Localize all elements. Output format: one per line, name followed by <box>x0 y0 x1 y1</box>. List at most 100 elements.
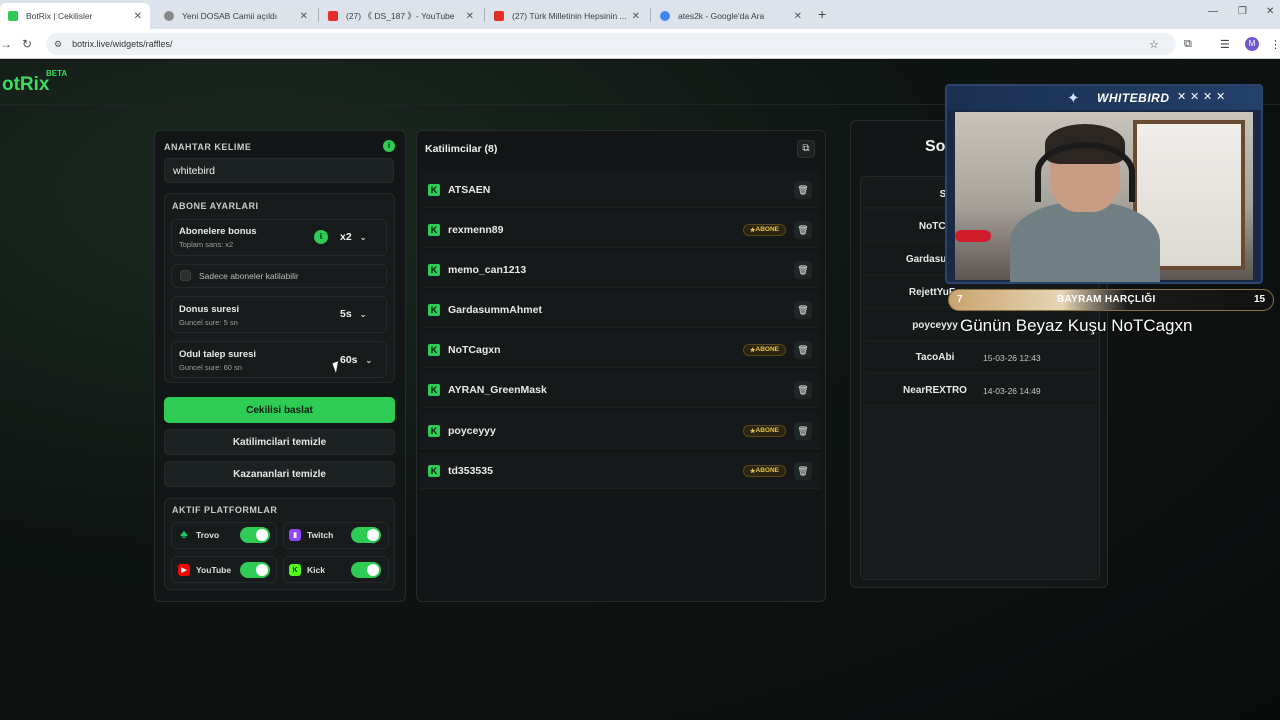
clear-winners-button[interactable]: Kazananlari temizle <box>164 461 395 487</box>
participant-name: memo_can1213 <box>448 263 527 276</box>
close-icon[interactable]: ✕ <box>632 11 640 22</box>
trovo-toggle[interactable] <box>240 527 270 543</box>
participant-name: NoTCagxn <box>448 343 501 356</box>
platform-label: Trovo <box>196 530 220 540</box>
close-icon[interactable]: ✕ <box>466 11 474 22</box>
maximize-icon[interactable]: ❐ <box>1238 6 1247 17</box>
url-field[interactable]: ⚙ botrix.live/widgets/raffles/ <box>46 33 1176 55</box>
platform-label: YouTube <box>196 565 232 575</box>
subscriber-badge: ★ ABONE <box>742 424 786 437</box>
x-mark-icon: ✕ <box>1177 91 1187 103</box>
participant-name: poyceyyy <box>448 424 496 437</box>
google-icon <box>660 11 670 21</box>
reload-icon[interactable]: ↻ <box>22 37 32 51</box>
window-close-icon[interactable]: ✕ <box>1266 6 1274 17</box>
kick-icon: K <box>428 263 440 276</box>
claim-duration-select[interactable]: 60s ⌄ <box>340 354 372 366</box>
trash-icon[interactable]: 🗑 <box>794 180 812 199</box>
participant-row: Kpoyceyyy ★ ABONE 🗑 <box>420 413 820 449</box>
tab-youtube-ds187[interactable]: (27) 《 DS_187 》- YouTube ✕ <box>320 3 482 29</box>
subscriber-section-label: ABONE AYARLARI <box>172 201 259 211</box>
bookmark-star-icon[interactable]: ☆ <box>1149 38 1159 51</box>
kick-icon: K <box>428 424 440 437</box>
participants-title: Katilimcilar (8) <box>425 143 498 155</box>
tab-youtube-turk[interactable]: (27) Türk Milletinin Hepsinin ... ✕ <box>486 3 648 29</box>
webcam-caption: Günün Beyaz Kuşu NoTCagxn <box>960 316 1193 335</box>
forward-icon[interactable]: → <box>0 37 12 51</box>
avatar[interactable]: M <box>1245 37 1259 51</box>
participant-name: AYRAN_GreenMask <box>448 383 547 396</box>
subs-only-label: Sadece aboneler katilabilir <box>199 271 299 281</box>
microphone-icon <box>955 230 991 242</box>
menu-icon[interactable]: ⋮ <box>1270 38 1280 51</box>
webcam-header: ✦ WHITEBIRD ✕ ✕ ✕ ✕ <box>947 86 1261 110</box>
trash-icon[interactable]: 🗑 <box>794 220 812 239</box>
bonus-select[interactable]: x2 ⌄ <box>340 231 366 243</box>
platform-kick: K Kick <box>289 564 325 576</box>
clear-participants-button[interactable]: Katilimcilari temizle <box>164 429 395 455</box>
kick-toggle[interactable] <box>351 562 381 578</box>
x-mark-icon: ✕ <box>1216 91 1226 103</box>
brand-logo[interactable]: otRix <box>2 74 50 96</box>
tab-dosab[interactable]: Yeni DOSAB Camii açıldı ✕ <box>156 3 316 29</box>
platform-label: Kick <box>307 565 325 575</box>
reading-list-icon[interactable]: ☰ <box>1220 38 1230 51</box>
claim-value: 60s <box>340 354 358 366</box>
bonus-subtitle: Toplam sans: x2 <box>179 240 234 249</box>
browser-tab-strip: BotRix | Cekilisler ✕ Yeni DOSAB Camii a… <box>0 0 1280 29</box>
new-tab-button[interactable]: + <box>818 6 826 22</box>
subscriber-badge: ★ ABONE <box>742 464 786 477</box>
close-icon[interactable]: ✕ <box>134 11 142 22</box>
keyword-label: ANAHTAR KELIME <box>164 142 252 152</box>
trash-icon[interactable]: 🗑 <box>794 300 812 319</box>
trash-icon[interactable]: 🗑 <box>794 421 812 440</box>
tab-label: ates2k - Google'da Ara <box>678 11 765 21</box>
participant-row: K ATSAEN 🗑 <box>420 172 820 208</box>
kick-icon: K <box>428 464 440 477</box>
spin-value: 5s <box>340 308 352 320</box>
webcam-overlay: ✦ WHITEBIRD ✕ ✕ ✕ ✕ <box>945 84 1263 284</box>
trash-icon[interactable]: 🗑 <box>794 340 812 359</box>
kick-icon: K <box>289 564 301 576</box>
streamer-hoodie <box>1010 202 1160 282</box>
kick-icon: K <box>428 223 440 236</box>
tab-label: (27) 《 DS_187 》- YouTube <box>346 11 455 21</box>
spin-duration-select[interactable]: 5s ⌄ <box>340 308 366 320</box>
participant-name: GardasummAhmet <box>448 303 542 316</box>
subscriber-badge: ★ ABONE <box>742 343 786 356</box>
winner-row: TacoAbi 15-03-26 12:43 <box>865 343 1095 373</box>
tab-google[interactable]: ates2k - Google'da Ara ✕ <box>652 3 810 29</box>
info-icon[interactable]: i <box>383 140 395 152</box>
tab-botrix[interactable]: BotRix | Cekilisler ✕ <box>0 3 150 29</box>
bonus-title: Abonelere bonus <box>179 226 257 237</box>
close-icon[interactable]: ✕ <box>300 11 308 22</box>
subscriber-badge: ★ ABONE <box>742 223 786 236</box>
subs-only-checkbox[interactable] <box>180 270 191 281</box>
platform-label: Twitch <box>307 530 334 540</box>
minimize-icon[interactable]: — <box>1208 6 1218 17</box>
info-icon[interactable]: i <box>314 230 328 244</box>
site-info-icon[interactable]: ⚙ <box>54 39 62 50</box>
webcam-video <box>955 112 1253 282</box>
spin-subtitle: Guncel sure: 5 sn <box>179 318 238 327</box>
trash-icon[interactable]: 🗑 <box>794 380 812 399</box>
keyword-input[interactable]: whitebird <box>164 158 394 183</box>
trash-icon[interactable]: 🗑 <box>794 461 812 480</box>
start-raffle-button[interactable]: Cekilisi baslat <box>164 397 395 423</box>
tab-label: Yeni DOSAB Camii açıldı <box>182 11 278 21</box>
spin-title: Donus suresi <box>179 304 240 315</box>
kick-icon: K <box>428 183 440 196</box>
youtube-icon: ▶ <box>178 564 190 576</box>
twitch-toggle[interactable] <box>351 527 381 543</box>
youtube-toggle[interactable] <box>240 562 270 578</box>
winner-date: 14-03-26 14:49 <box>983 386 1041 396</box>
chevron-down-icon: ⌄ <box>365 355 373 365</box>
headset-icon <box>1035 142 1135 202</box>
extensions-icon[interactable]: ⧉ <box>1184 38 1192 51</box>
webcam-logo: WHITEBIRD <box>1097 91 1170 105</box>
copy-icon[interactable]: ⧉ <box>797 140 815 158</box>
trash-icon[interactable]: 🗑 <box>794 260 812 279</box>
close-icon[interactable]: ✕ <box>794 11 802 22</box>
chevron-down-icon: ⌄ <box>359 232 367 242</box>
subscriber-badge-label: ABONE <box>755 226 779 233</box>
